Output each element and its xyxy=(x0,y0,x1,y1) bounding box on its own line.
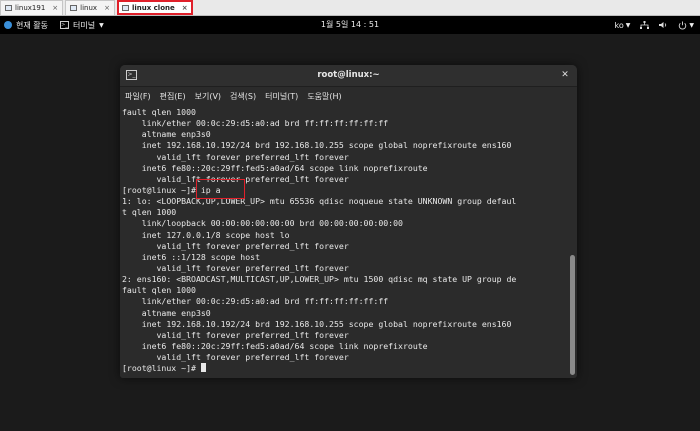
terminal-output-line: valid_lft forever preferred_lft forever xyxy=(122,173,349,184)
close-icon[interactable]: ✕ xyxy=(559,69,571,81)
terminal-output-line: valid_lft forever preferred_lft forever xyxy=(122,151,349,162)
terminal-output-line: valid_lft forever preferred_lft forever xyxy=(122,329,349,340)
terminal-icon: >_ xyxy=(59,21,69,29)
vm-tab-linux-clone[interactable]: linux clone × xyxy=(116,0,193,15)
power-icon[interactable] xyxy=(678,21,687,30)
terminal-output-line: link/ether 00:0c:29:d5:a0:ad brd ff:ff:f… xyxy=(122,296,389,307)
terminal-titlebar[interactable]: >_ root@linux:~ ✕ xyxy=(120,65,577,87)
menu-search[interactable]: 검색(S) xyxy=(230,91,256,102)
vm-tab-label: linux191 xyxy=(15,4,46,12)
terminal-output-line: altname enp3s0 xyxy=(122,307,211,318)
app-menu-button[interactable]: >_ 터미널 ▼ xyxy=(59,20,104,31)
terminal-menubar: 파일(F) 편집(E) 보기(V) 검색(S) 터미널(T) 도움말(H) xyxy=(120,87,577,106)
vm-tab-label: linux clone xyxy=(131,4,175,12)
terminal-output-line: t qlen 1000 xyxy=(122,207,177,218)
terminal-output-line: valid_lft forever preferred_lft forever xyxy=(122,352,349,363)
menu-terminal[interactable]: 터미널(T) xyxy=(265,91,298,102)
distro-logo-icon xyxy=(4,21,12,29)
menu-edit[interactable]: 편집(E) xyxy=(160,91,186,102)
command-highlight-box xyxy=(196,179,245,199)
vm-icon xyxy=(5,5,12,11)
chevron-down-icon: ▼ xyxy=(99,21,104,29)
activities-label: 현재 활동 xyxy=(16,20,48,30)
terminal-output-line: inet6 fe80::20c:29ff:fed5:a0ad/64 scope … xyxy=(122,162,428,173)
terminal-output-line: link/ether 00:0c:29:d5:a0:ad brd ff:ff:f… xyxy=(122,118,389,129)
terminal-output-line: inet 192.168.10.192/24 brd 192.168.10.25… xyxy=(122,318,512,329)
clock[interactable]: 1월 5일 14 : 51 xyxy=(0,16,700,34)
vm-tab-linux[interactable]: linux × xyxy=(65,0,115,15)
terminal-output-line: fault qlen 1000 xyxy=(122,285,196,296)
terminal-output[interactable]: fault qlen 1000 link/ether 00:0c:29:d5:a… xyxy=(120,107,570,378)
scrollbar[interactable] xyxy=(570,107,575,378)
input-method-indicator[interactable]: ko xyxy=(615,21,624,30)
terminal-output-line: fault qlen 1000 xyxy=(122,107,196,117)
menu-view[interactable]: 보기(V) xyxy=(195,91,221,102)
vm-icon xyxy=(70,5,78,11)
close-icon[interactable]: × xyxy=(104,4,110,12)
terminal-output-line: 1: lo: <LOOPBACK,UP,LOWER_UP> mtu 65536 … xyxy=(122,196,517,207)
network-icon[interactable] xyxy=(640,21,650,29)
terminal-output-line: inet6 ::1/128 scope host xyxy=(122,251,261,262)
terminal-window: >_ root@linux:~ ✕ 파일(F) 편집(E) 보기(V) 검색(S… xyxy=(120,65,577,378)
chevron-down-icon[interactable]: ▼ xyxy=(626,22,631,29)
menu-help[interactable]: 도움말(H) xyxy=(307,91,341,102)
scrollbar-thumb[interactable] xyxy=(570,255,575,375)
menu-file[interactable]: 파일(F) xyxy=(125,91,151,102)
close-icon[interactable]: × xyxy=(182,4,188,12)
close-icon[interactable]: × xyxy=(52,4,58,12)
terminal-output-line: 2: ens160: <BROADCAST,MULTICAST,UP,LOWER… xyxy=(122,274,517,285)
volume-icon[interactable] xyxy=(659,21,668,29)
activities-button[interactable]: 현재 활동 xyxy=(4,20,48,31)
vm-tab-linux191[interactable]: linux191 × xyxy=(0,0,64,15)
text-cursor xyxy=(200,363,206,373)
vm-tab-label: linux xyxy=(80,4,98,12)
chevron-down-icon[interactable]: ▼ xyxy=(689,22,694,29)
app-menu-label: 터미널 xyxy=(72,20,96,30)
terminal-output-line: altname enp3s0 xyxy=(122,129,211,140)
window-title: root@linux:~ xyxy=(317,70,380,80)
terminal-output-line: valid_lft forever preferred_lft forever xyxy=(122,262,349,273)
terminal-output-line: valid_lft forever preferred_lft forever xyxy=(122,240,349,251)
vm-icon xyxy=(121,5,129,11)
terminal-output-line: inet 127.0.0.1/8 scope host lo xyxy=(122,229,290,240)
terminal-output-line: inet 192.168.10.192/24 brd 192.168.10.25… xyxy=(122,140,512,151)
terminal-output-line: [root@linux ~]# ip a xyxy=(122,184,221,195)
terminal-output-line: inet6 fe80::20c:29ff:fed5:a0ad/64 scope … xyxy=(122,340,428,351)
prompt-line[interactable]: [root@linux ~]# xyxy=(122,363,570,374)
vm-tab-strip: linux191 × linux × linux clone × xyxy=(0,0,700,16)
gnome-top-bar: 현재 활동 >_ 터미널 ▼ 1월 5일 14 : 51 ko ▼ ▼ xyxy=(0,16,700,34)
prompt-text: [root@linux ~]# xyxy=(122,363,201,374)
terminal-output-line: link/loopback 00:00:00:00:00:00 brd 00:0… xyxy=(122,218,403,229)
